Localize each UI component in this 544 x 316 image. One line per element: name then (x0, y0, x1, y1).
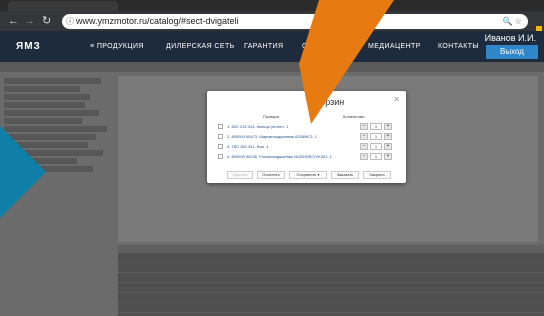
item-checkbox[interactable] (218, 124, 223, 129)
cart-item: 1. 50С 215 413. Кольцо уплотн. 1 − 1 + (218, 123, 398, 131)
forward-icon[interactable]: → (24, 14, 35, 28)
table-row[interactable] (118, 263, 544, 273)
table-row[interactable] (118, 253, 544, 263)
quantity-input[interactable]: 1 (370, 133, 382, 140)
item-checkbox[interactable] (218, 144, 223, 149)
increase-button[interactable]: + (384, 153, 392, 160)
decrease-button[interactable]: − (360, 123, 368, 130)
search-bookmark-icons[interactable]: 🔍 ☆ (503, 14, 522, 29)
increase-button[interactable]: + (384, 123, 392, 130)
cart-item: 4. 800000 00226. Роликоподшипник NU2030E… (218, 153, 398, 161)
item-name[interactable]: 1. 50С 215 413. Кольцо уплотн. 1 (227, 123, 288, 131)
url-text: www.ymzmotor.ru/catalog/#sect-dvigateli (76, 16, 239, 26)
cart-modal: Корзин ✕ Позиция Количество 1. 50С 215 4… (207, 91, 406, 183)
cart-item: 3. 7БС 351 321. Вал. 1 − 1 + (218, 143, 398, 151)
col-position-header: Позиция (263, 114, 279, 119)
table-row[interactable] (118, 283, 544, 293)
decrease-button[interactable]: − (360, 153, 368, 160)
cart-title: Корзин (315, 97, 345, 107)
catalog-toolbar (0, 62, 544, 72)
close-button[interactable]: Закрыть (363, 171, 391, 179)
nav-dealers[interactable]: ДИЛЕРСКАЯ СЕТЬ (166, 43, 235, 50)
item-checkbox[interactable] (218, 134, 223, 139)
address-bar[interactable]: ⓘ www.ymzmotor.ru/catalog/#sect-dvigatel… (62, 14, 528, 29)
teal-arrow-overlay (0, 126, 46, 218)
decrease-button[interactable]: − (360, 143, 368, 150)
nav-media[interactable]: МЕДИАЦЕНТР (368, 43, 421, 50)
logout-button[interactable]: Выход (486, 45, 538, 59)
quantity-input[interactable]: 1 (370, 153, 382, 160)
save-dropdown-button[interactable]: Сохранить ▾ (289, 171, 327, 179)
browser-toolbar: ← → ↻ ⓘ www.ymzmotor.ru/catalog/#sect-dv… (0, 11, 544, 34)
clear-button[interactable]: Очистить (257, 171, 285, 179)
table-row[interactable] (118, 273, 544, 283)
increase-button[interactable]: + (384, 143, 392, 150)
delete-button[interactable]: Удалить (227, 171, 253, 179)
item-name[interactable]: 4. 800000 00226. Роликоподшипник NU2030E… (227, 153, 332, 161)
table-row[interactable] (118, 303, 544, 313)
decrease-button[interactable]: − (360, 133, 368, 140)
site-header: ЯМЗ ≡ ПРОДУКЦИЯ ДИЛЕРСКАЯ СЕТЬ ГАРАНТИЯ … (0, 31, 544, 62)
item-name[interactable]: 2. 800000 00473. Шарикоподшипник 6328МС3… (227, 133, 317, 141)
reload-icon[interactable]: ↻ (42, 14, 51, 28)
user-name: Иванов И.И. (484, 33, 536, 43)
table-header (118, 245, 544, 253)
item-name[interactable]: 3. 7БС 351 321. Вал. 1 (227, 143, 269, 151)
nav-contacts[interactable]: КОНТАКТЫ (438, 43, 479, 50)
table-row[interactable] (118, 293, 544, 303)
nav-about[interactable]: О К (302, 43, 315, 50)
order-button[interactable]: Заказать (331, 171, 359, 179)
back-icon[interactable]: ← (8, 14, 19, 28)
browser-tab-strip (0, 0, 544, 11)
close-icon[interactable]: ✕ (393, 95, 400, 104)
cart-item: 2. 800000 00473. Шарикоподшипник 6328МС3… (218, 133, 398, 141)
browser-tab[interactable] (8, 1, 118, 11)
quantity-input[interactable]: 1 (370, 143, 382, 150)
nav-warranty[interactable]: ГАРАНТИЯ (244, 43, 283, 50)
ymz-logo[interactable]: ЯМЗ (16, 41, 41, 52)
parts-table (118, 245, 544, 316)
quantity-input[interactable]: 1 (370, 123, 382, 130)
site-info-icon[interactable]: ⓘ (66, 14, 74, 29)
item-checkbox[interactable] (218, 154, 223, 159)
increase-button[interactable]: + (384, 133, 392, 140)
col-qty-header: Количество (343, 114, 365, 119)
nav-products[interactable]: ≡ ПРОДУКЦИЯ (90, 43, 144, 50)
